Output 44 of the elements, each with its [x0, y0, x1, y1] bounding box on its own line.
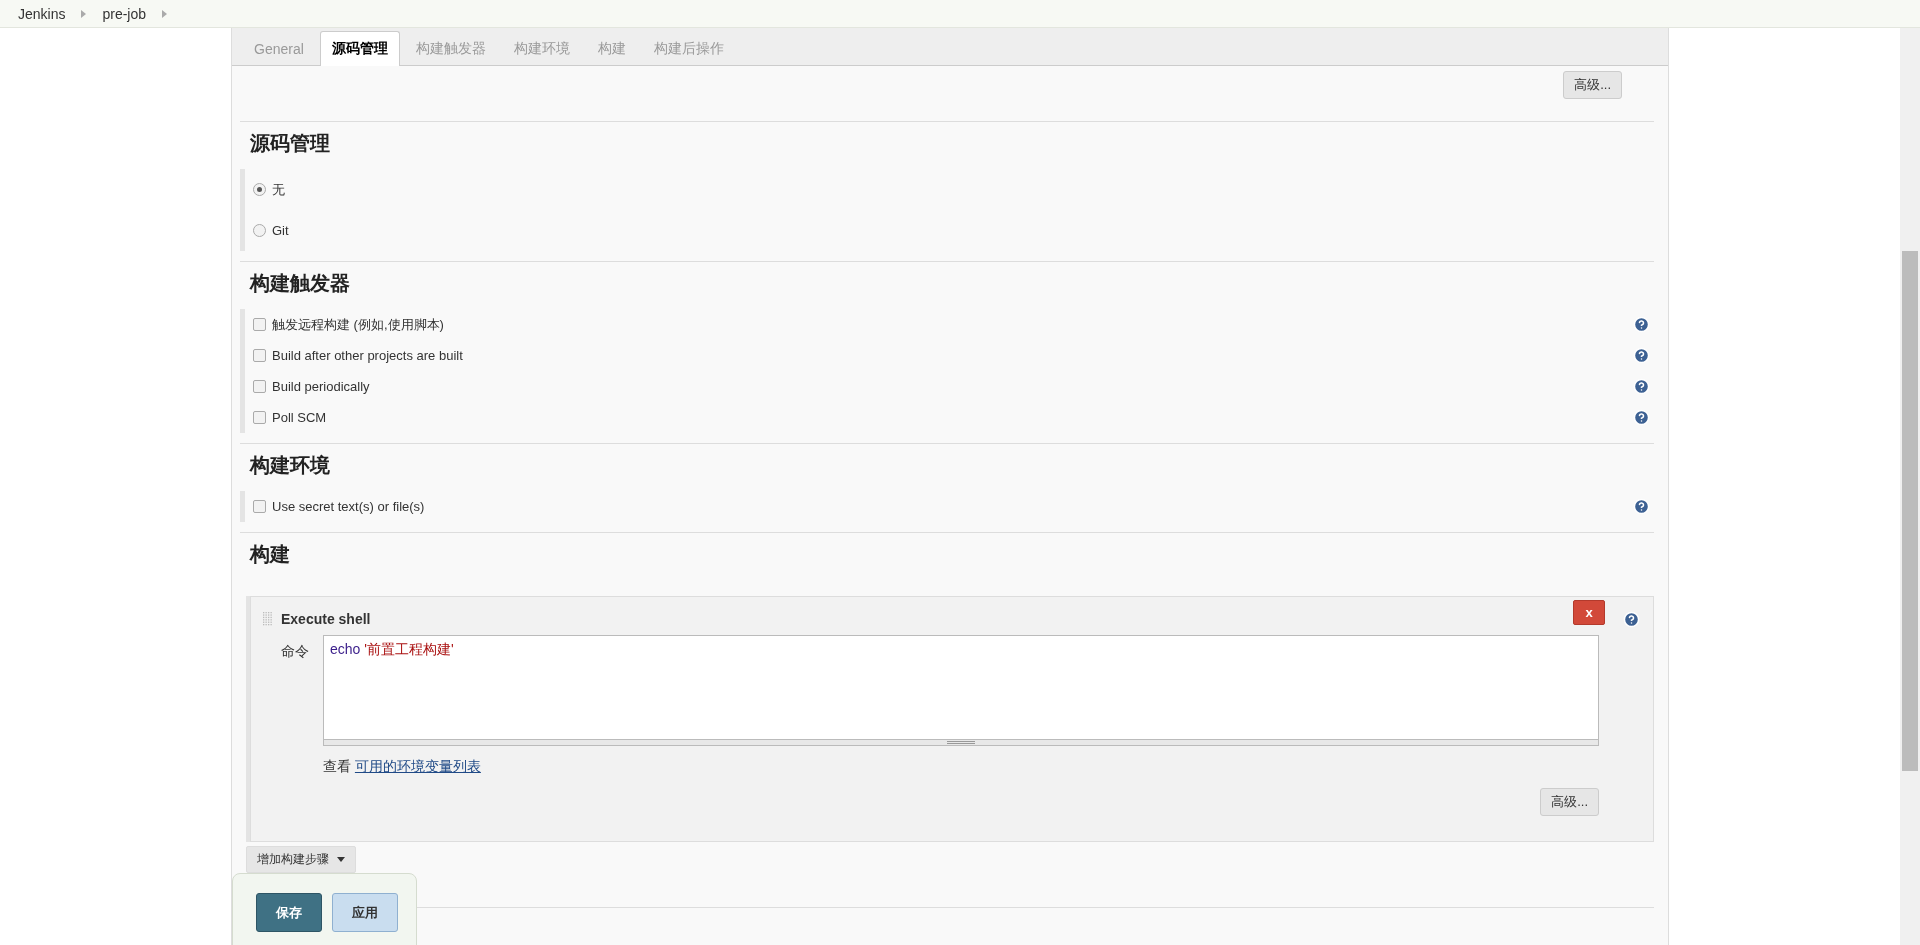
checkbox-label: 触发远程构建 (例如,使用脚本) — [272, 315, 445, 334]
add-step-button[interactable]: 增加构建步骤 — [246, 846, 356, 873]
section-heading: 源码管理 — [249, 131, 331, 156]
code-editor[interactable]: echo '前置工程构建' — [323, 635, 1599, 739]
checkbox-label: Build periodically — [272, 379, 371, 394]
checkbox[interactable] — [253, 349, 266, 362]
caret-right-icon[interactable] — [162, 9, 168, 18]
radio-label: 无 — [272, 180, 286, 199]
checkbox[interactable] — [253, 318, 266, 331]
section-heading: 构建环境 — [248, 453, 331, 478]
help-icon[interactable] — [1633, 409, 1650, 426]
scrollbar[interactable] — [1900, 28, 1920, 945]
breadcrumb-link[interactable]: Jenkins — [18, 5, 66, 22]
help-icon[interactable] — [1633, 347, 1650, 364]
caret-down-icon — [337, 857, 345, 862]
help-icon[interactable] — [1633, 316, 1650, 333]
checkbox-label: Build after other projects are built — [272, 348, 464, 363]
checkbox[interactable] — [253, 500, 266, 513]
advanced-button[interactable]: 高级... — [1540, 788, 1599, 816]
section-heading: 构建触发器 — [248, 271, 351, 296]
breadcrumb-link[interactable]: pre-job — [102, 5, 147, 22]
section-heading: 构建 — [248, 542, 291, 567]
radio-button[interactable] — [253, 183, 266, 196]
help-icon[interactable] — [1633, 378, 1650, 395]
field-label: 命令 — [281, 642, 310, 661]
advanced-button[interactable]: 高级... — [1563, 71, 1622, 99]
radio-label: Git — [272, 223, 290, 238]
help-icon[interactable] — [1633, 498, 1650, 515]
delete-button[interactable]: x — [1573, 599, 1605, 625]
apply-button[interactable]: 应用 — [332, 893, 398, 932]
radio-button[interactable] — [253, 224, 266, 237]
checkbox[interactable] — [253, 380, 266, 393]
save-button[interactable]: 保存 — [256, 893, 322, 932]
drag-handle-icon[interactable] — [263, 612, 273, 626]
caret-right-icon[interactable] — [81, 9, 87, 18]
resize-handle[interactable] — [323, 739, 1599, 746]
env-vars-link[interactable]: 可用的环境变量列表 — [354, 758, 481, 774]
step-title: Execute shell — [281, 611, 372, 627]
checkbox-label: Use secret text(s) or file(s) — [272, 499, 426, 514]
checkbox[interactable] — [253, 411, 266, 424]
checkbox-label: Poll SCM — [272, 410, 328, 425]
help-icon[interactable] — [1622, 610, 1640, 628]
env-vars-text: 查看 可用的环境变量列表 — [323, 757, 482, 776]
tab[interactable]: 源码管理 — [319, 31, 400, 66]
